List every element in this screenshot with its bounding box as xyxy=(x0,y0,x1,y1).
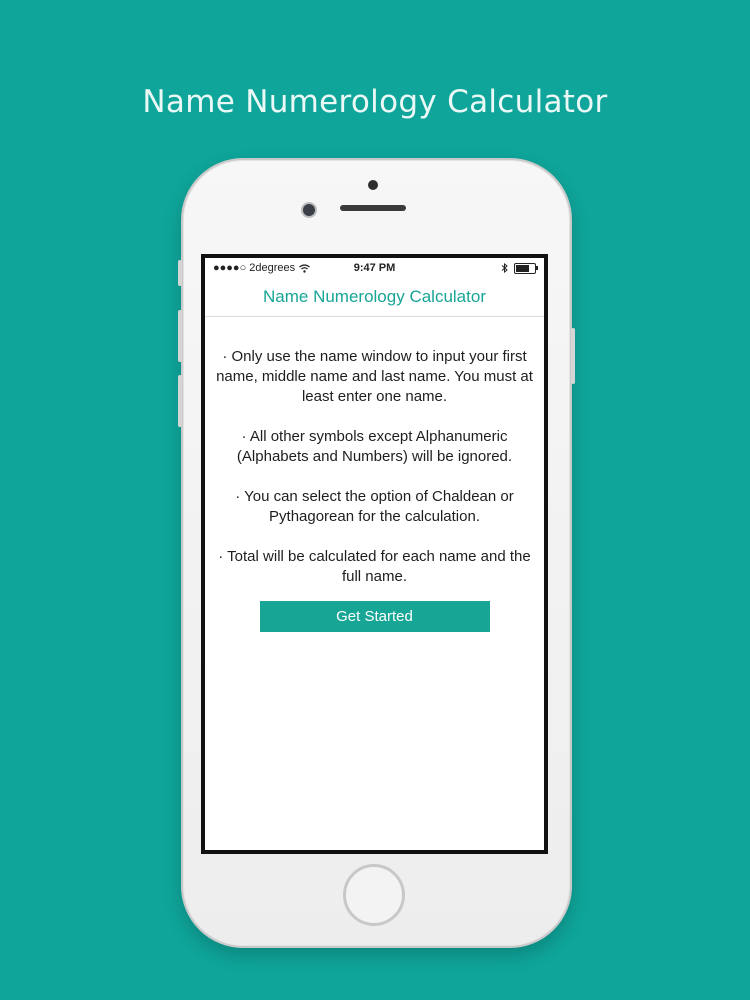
volume-up-button xyxy=(178,310,182,362)
power-button xyxy=(571,328,575,384)
instructions-content: · Only use the name window to input your… xyxy=(205,317,544,632)
status-bar: ●●●●○ 2degrees 9:47 PM xyxy=(205,258,544,278)
instruction-paragraph-4: · Total will be calculated for each name… xyxy=(218,548,531,585)
phone-screen: ●●●●○ 2degrees 9:47 PM Name Numerology C… xyxy=(201,254,548,854)
app-screen: ●●●●○ 2degrees 9:47 PM Name Numerology C… xyxy=(205,258,544,850)
proximity-sensor-icon xyxy=(368,180,378,190)
instruction-paragraph-2: · All other symbols except Alphanumeric … xyxy=(236,428,513,465)
phone-frame: ●●●●○ 2degrees 9:47 PM Name Numerology C… xyxy=(178,158,575,948)
front-camera-icon xyxy=(303,204,315,216)
status-time: 9:47 PM xyxy=(353,262,396,274)
battery-icon xyxy=(514,262,538,274)
mute-switch xyxy=(178,260,182,286)
battery-fill xyxy=(516,264,529,272)
instruction-paragraph-1: · Only use the name window to input your… xyxy=(216,348,533,405)
promo-title: Name Numerology Calculator xyxy=(142,84,608,120)
get-started-button[interactable]: Get Started xyxy=(259,601,490,632)
volume-down-button xyxy=(178,375,182,427)
earpiece-speaker xyxy=(340,205,406,211)
nav-bar: Name Numerology Calculator xyxy=(205,278,544,317)
instruction-paragraph-3: · You can select the option of Chaldean … xyxy=(235,488,514,525)
nav-title: Name Numerology Calculator xyxy=(263,287,486,306)
home-button[interactable] xyxy=(343,864,405,926)
